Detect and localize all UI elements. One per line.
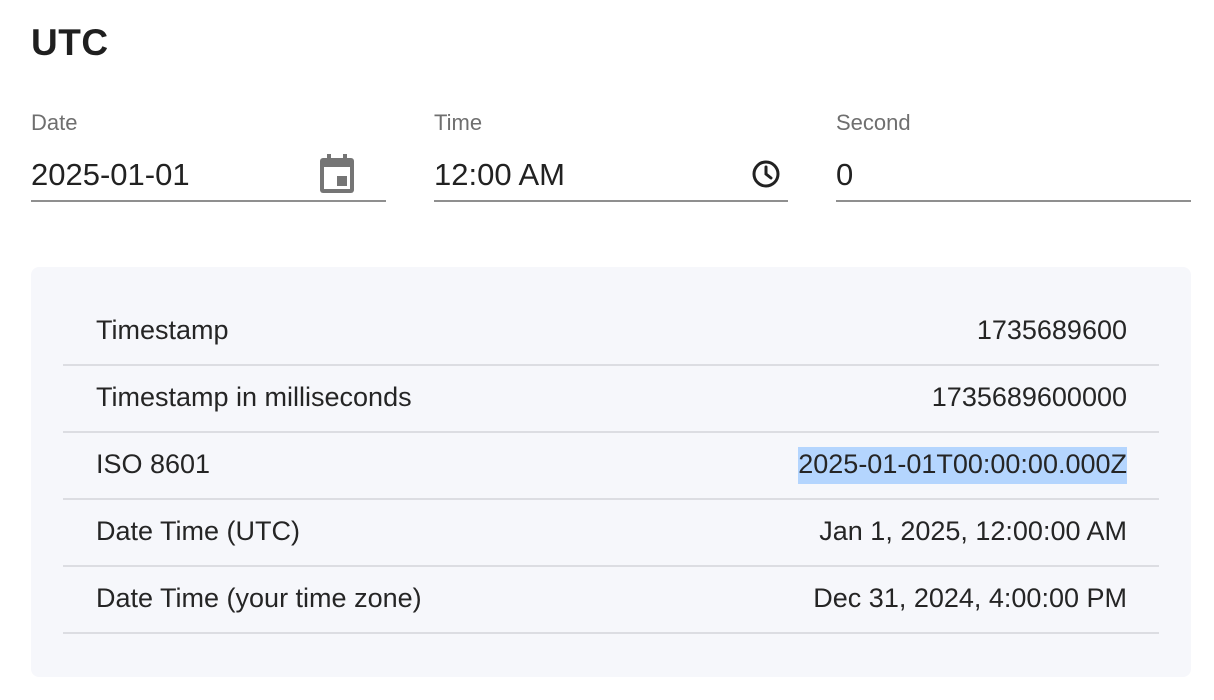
results-panel: Timestamp 1735689600 Timestamp in millis… <box>31 267 1191 677</box>
result-value-selected[interactable]: 2025-01-01T00:00:00.000Z <box>798 447 1127 484</box>
result-value[interactable]: 1735689600 <box>977 315 1127 346</box>
result-label: Timestamp in milliseconds <box>96 382 412 412</box>
result-label: Timestamp <box>96 315 229 345</box>
result-value[interactable]: Jan 1, 2025, 12:00:00 AM <box>819 516 1127 547</box>
result-label: Date Time (your time zone) <box>96 583 422 613</box>
result-row-datetime-local: Date Time (your time zone) Dec 31, 2024,… <box>63 567 1159 634</box>
second-label: Second <box>836 110 911 135</box>
result-value[interactable]: Dec 31, 2024, 4:00:00 PM <box>813 583 1127 614</box>
second-input[interactable] <box>836 150 1191 202</box>
result-value[interactable]: 1735689600000 <box>932 382 1127 413</box>
result-row-timestamp-ms: Timestamp in milliseconds 1735689600000 <box>63 366 1159 433</box>
result-row-timestamp: Timestamp 1735689600 <box>63 299 1159 366</box>
page: UTC Date Time Second <box>0 0 1214 700</box>
time-field: Time <box>434 110 788 206</box>
result-label: ISO 8601 <box>96 449 211 479</box>
date-label: Date <box>31 110 78 135</box>
clock-icon[interactable] <box>744 152 788 196</box>
page-title: UTC <box>31 22 109 63</box>
second-field: Second <box>836 110 1191 206</box>
results-list: Timestamp 1735689600 Timestamp in millis… <box>63 299 1159 634</box>
time-input[interactable] <box>434 150 788 202</box>
calendar-icon[interactable] <box>315 152 359 196</box>
time-label: Time <box>434 110 483 135</box>
result-row-datetime-utc: Date Time (UTC) Jan 1, 2025, 12:00:00 AM <box>63 500 1159 567</box>
date-field: Date <box>31 110 386 206</box>
result-row-iso8601: ISO 8601 2025-01-01T00:00:00.000Z <box>63 433 1159 500</box>
result-label: Date Time (UTC) <box>96 516 301 546</box>
